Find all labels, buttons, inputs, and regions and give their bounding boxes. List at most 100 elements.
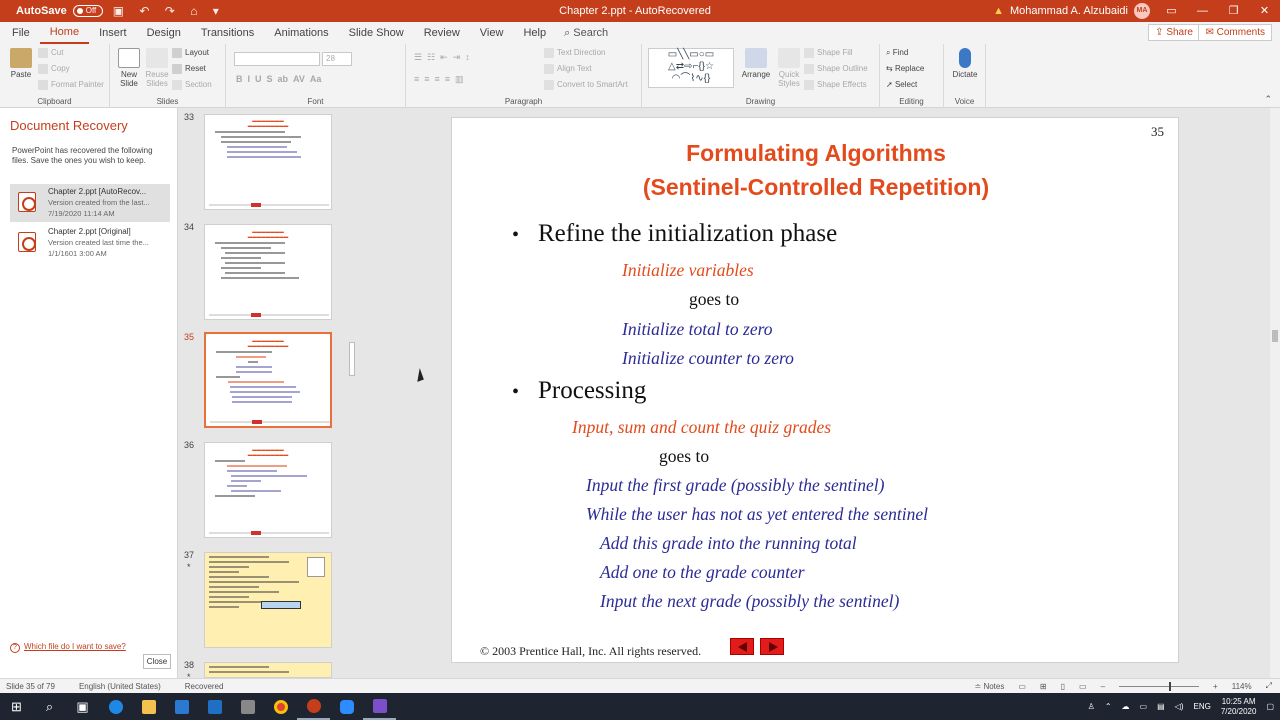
font-size-combo[interactable]: 28 [322, 52, 352, 66]
select-button[interactable]: ➚ Select [886, 80, 917, 89]
new-slide-button[interactable]: New Slide [116, 48, 142, 88]
slide-thumbnail[interactable] [204, 552, 332, 648]
comments-button[interactable]: ✉ Comments [1198, 24, 1272, 41]
tab-view[interactable]: View [470, 22, 514, 44]
bullet-initialization[interactable]: • Refine the initialization phase [512, 220, 837, 248]
font-name-combo[interactable] [234, 52, 320, 66]
language[interactable]: English (United States) [79, 682, 161, 691]
taskbar-powerpoint[interactable] [297, 693, 330, 720]
restore-button[interactable]: ❐ [1218, 0, 1249, 22]
section-button[interactable]: Section [172, 80, 212, 90]
taskbar-zoom[interactable] [330, 693, 363, 720]
user-account[interactable]: ▲ Mohammad A. Alzubaidi MA [993, 3, 1150, 19]
layout-button[interactable]: Layout [172, 48, 209, 58]
avatar[interactable]: MA [1134, 3, 1150, 19]
reset-button[interactable]: Reset [172, 64, 206, 74]
taskbar-search[interactable]: ⌕ [33, 693, 66, 720]
tab-file[interactable]: File [2, 22, 40, 44]
bullet-processing[interactable]: • Processing [512, 377, 646, 405]
taskbar-chrome[interactable] [264, 693, 297, 720]
taskbar-mail[interactable] [198, 693, 231, 720]
scroll-thumb[interactable] [349, 342, 355, 376]
slide-thumbnail-selected[interactable]: ▬▬▬▬▬▬▬ ▬▬▬▬▬▬▬▬▬ [204, 332, 332, 428]
taskbar-app[interactable] [231, 693, 264, 720]
zoom-slider[interactable] [1119, 681, 1200, 691]
help-link[interactable]: ? Which file do I want to save? [10, 642, 126, 653]
input-language[interactable]: ENG [1194, 702, 1211, 711]
shape-effects-button[interactable]: Shape Effects [804, 80, 867, 90]
slide-thumbnail[interactable]: ▬▬▬▬▬▬▬ ▬▬▬▬▬▬▬▬▬ [204, 114, 332, 210]
scroll-thumb[interactable] [1272, 330, 1278, 342]
slideshow-icon[interactable]: ▭ [1079, 682, 1087, 691]
align-text-button[interactable]: Align Text [544, 64, 592, 74]
tab-insert[interactable]: Insert [89, 22, 137, 44]
share-button[interactable]: ⇪ Share [1148, 24, 1200, 41]
close-button[interactable]: Close [143, 654, 171, 669]
notes-button[interactable]: ≐ Notes [975, 682, 1005, 691]
volume-icon[interactable]: ◁) [1175, 702, 1184, 711]
tab-review[interactable]: Review [414, 22, 470, 44]
recovered-file-original[interactable]: Chapter 2.ppt [Original] Version created… [10, 224, 170, 262]
find-button[interactable]: ⌕ Find [886, 48, 908, 58]
chevron-up-icon[interactable]: ⌃ [1105, 702, 1112, 711]
cloud-icon[interactable]: ☁ [1122, 702, 1130, 711]
close-window-button[interactable]: ✕ [1249, 0, 1280, 22]
bold-button[interactable]: B I U S ab AV Aa [236, 74, 321, 84]
start-button[interactable]: ⊞ [0, 693, 33, 720]
paste-button[interactable]: Paste [8, 48, 34, 79]
thumbnails-scrollbar[interactable] [346, 108, 358, 678]
editor-scrollbar[interactable] [1270, 108, 1280, 678]
reuse-slides-button[interactable]: Reuse Slides [144, 48, 170, 88]
clock[interactable]: 10:25 AM 7/20/2020 [1221, 697, 1257, 717]
minimize-button[interactable]: — [1187, 0, 1218, 22]
ribbon-display-icon[interactable]: ▭ [1156, 0, 1187, 22]
slide-thumbnail[interactable]: ▬▬▬▬▬▬▬ ▬▬▬▬▬▬▬▬▬ [204, 224, 332, 320]
taskbar-edge[interactable] [99, 693, 132, 720]
task-view[interactable]: ▣ [66, 693, 99, 720]
taskbar-visual-studio[interactable] [363, 693, 396, 720]
arrange-button[interactable]: Arrange [740, 48, 772, 79]
align-buttons[interactable]: ≡ ≡ ≡ ≡ ▥ [414, 74, 464, 85]
format-painter-button[interactable]: Format Painter [38, 80, 104, 90]
dictate-button[interactable]: Dictate [950, 48, 980, 79]
slide-title[interactable]: Formulating Algorithms (Sentinel-Control… [452, 136, 1180, 204]
slide-sorter-icon[interactable]: ⊞ [1040, 682, 1047, 691]
copy-button[interactable]: Copy [38, 64, 70, 74]
slide-canvas[interactable]: 35 Formulating Algorithms (Sentinel-Cont… [451, 117, 1179, 663]
normal-view-icon[interactable]: ▭ [1018, 682, 1026, 691]
cut-button[interactable]: Cut [38, 48, 63, 58]
tab-design[interactable]: Design [137, 22, 191, 44]
next-slide-button[interactable] [760, 638, 784, 655]
autosave-toggle[interactable]: Off [72, 5, 103, 17]
shape-outline-button[interactable]: Shape Outline [804, 64, 868, 74]
tab-home[interactable]: Home [39, 22, 90, 44]
notifications-icon[interactable]: ▢ [1266, 702, 1274, 711]
taskbar-explorer[interactable] [132, 693, 165, 720]
quick-access-toolbar[interactable]: ▣ ↶ ↷ ⌂ ▾ [113, 4, 225, 18]
tab-help[interactable]: Help [513, 22, 556, 44]
tab-slide-show[interactable]: Slide Show [339, 22, 414, 44]
convert-smartart-button[interactable]: Convert to SmartArt [544, 80, 628, 90]
tab-animations[interactable]: Animations [264, 22, 338, 44]
slide-thumbnail[interactable]: ▬▬▬▬▬▬▬ ▬▬▬▬▬▬▬▬▬ [204, 442, 332, 538]
recovered-file-autorecovered[interactable]: Chapter 2.ppt [AutoRecov... Version crea… [10, 184, 170, 222]
network-icon[interactable]: ▤ [1157, 702, 1165, 711]
zoom-out-icon[interactable]: – [1101, 682, 1105, 691]
reading-view-icon[interactable]: ▯ [1061, 682, 1065, 691]
people-icon[interactable]: ♙ [1088, 702, 1095, 711]
shapes-gallery[interactable]: ▭╲╲▭○▭ △⇄⇨⌐{}☆ ◠⌒⌇∿{} [648, 48, 734, 88]
list-buttons[interactable]: ☰ ☷ ⇤ ⇥ ↕ [414, 52, 470, 63]
search-box[interactable]: ⌕ Search [564, 27, 608, 40]
zoom-level[interactable]: 114% [1232, 682, 1252, 691]
shape-fill-button[interactable]: Shape Fill [804, 48, 853, 58]
quick-styles-button[interactable]: Quick Styles [774, 48, 804, 88]
replace-button[interactable]: ⇆ Replace [886, 64, 924, 73]
previous-slide-button[interactable] [730, 638, 754, 655]
taskbar-store[interactable] [165, 693, 198, 720]
fit-slide-icon[interactable]: ⤢ [1266, 681, 1272, 691]
tab-transitions[interactable]: Transitions [191, 22, 264, 44]
slide-thumbnail[interactable] [204, 662, 332, 678]
battery-icon[interactable]: ▭ [1140, 702, 1148, 711]
collapse-ribbon-icon[interactable]: ⌃ [1264, 94, 1272, 105]
text-direction-button[interactable]: Text Direction [544, 48, 605, 58]
